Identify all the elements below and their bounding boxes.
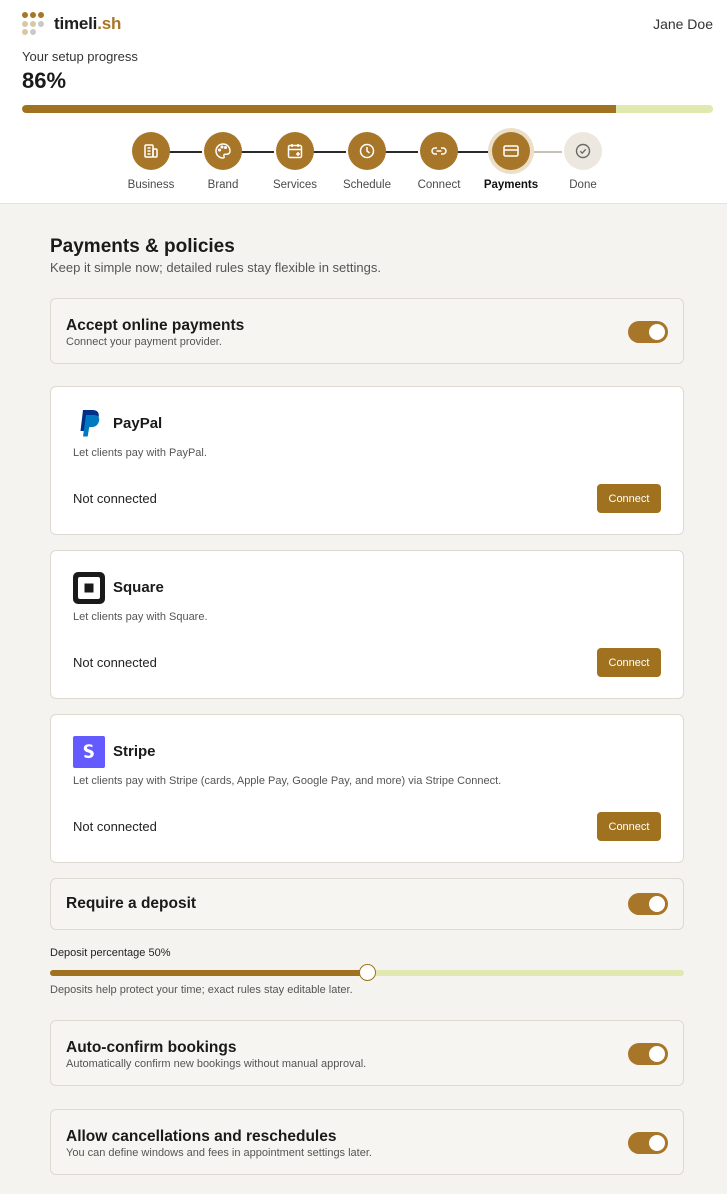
step-payments[interactable]: Payments [475,130,547,191]
provider-description: Let clients pay with Stripe (cards, Appl… [73,775,502,787]
palette-icon [204,132,242,170]
cancellations-toggle[interactable] [628,1132,668,1154]
provider-name: Stripe [113,743,156,760]
online-payments-title: Accept online payments [66,317,245,334]
toggle-knob [649,896,665,912]
page-title: Payments & policies [50,236,235,257]
cancellations-subtitle: You can define windows and fees in appoi… [66,1147,372,1159]
step-label: Payments [483,179,539,191]
link-icon [420,132,458,170]
provider-status: Not connected [73,491,157,506]
provider-name: Square [113,579,164,596]
auto-confirm-row: Auto-confirm bookings Automatically conf… [50,1020,684,1086]
auto-confirm-toggle[interactable] [628,1043,668,1065]
provider-description: Let clients pay with PayPal. [73,447,207,459]
progress-value: 86% [22,68,67,93]
toggle-knob [649,1135,665,1151]
deposit-slider-thumb[interactable] [359,964,376,981]
deposit-slider[interactable] [50,964,684,981]
step-done[interactable]: Done [547,130,619,191]
step-label: Brand [207,179,239,191]
step-brand[interactable]: Brand [187,130,259,191]
paypal-icon [73,408,105,440]
top-header: timeli.sh Jane Doe Your setup progress 8… [0,0,727,204]
progress-bar [22,105,713,113]
credit-card-icon [492,132,530,170]
deposit-row: Require a deposit [50,878,684,930]
step-label: Done [569,179,597,191]
step-connect[interactable]: Connect [403,130,475,191]
user-name[interactable]: Jane Doe [653,16,713,32]
connect-square-button[interactable]: Connect [597,648,661,677]
cancellations-title: Allow cancellations and reschedules [66,1128,337,1145]
toggle-knob [649,1046,665,1062]
stripe-icon [73,736,105,768]
provider-card-square: Square Let clients pay with Square. Not … [50,550,684,699]
deposit-toggle[interactable] [628,893,668,915]
progress-bar-fill [22,105,617,113]
step-label: Business [127,179,175,191]
step-services[interactable]: Services [259,130,331,191]
provider-card-stripe: Stripe Let clients pay with Stripe (card… [50,714,684,863]
step-label: Schedule [343,179,391,191]
online-payments-row: Accept online payments Connect your paym… [50,298,684,364]
logo-text: timeli.sh [54,14,122,33]
logo-mark-icon [22,12,46,36]
provider-card-paypal: PayPal Let clients pay with PayPal. Not … [50,386,684,535]
building-icon [132,132,170,170]
calendar-plus-icon [276,132,314,170]
step-schedule[interactable]: Schedule [331,130,403,191]
progress-label: Your setup progress [22,49,138,64]
page-subtitle: Keep it simple now; detailed rules stay … [50,260,381,275]
provider-name: PayPal [113,415,163,432]
online-payments-toggle[interactable] [628,321,668,343]
auto-confirm-subtitle: Automatically confirm new bookings witho… [66,1058,367,1070]
step-label: Services [272,179,318,191]
connect-stripe-button[interactable]: Connect [597,812,661,841]
app-logo[interactable]: timeli.sh [22,12,121,36]
setup-stepper: Business Brand Services Schedule Connect [115,130,615,191]
cancellations-row: Allow cancellations and reschedules You … [50,1109,684,1175]
online-payments-subtitle: Connect your payment provider. [66,336,222,348]
step-label: Connect [417,179,461,191]
clock-icon [348,132,386,170]
deposit-help-text: Deposits help protect your time; exact r… [50,984,353,996]
provider-status: Not connected [73,655,157,670]
check-circle-icon [564,132,602,170]
auto-confirm-title: Auto-confirm bookings [66,1039,237,1056]
toggle-knob [649,324,665,340]
square-icon [73,572,105,604]
deposit-title: Require a deposit [66,895,197,912]
step-business[interactable]: Business [115,130,187,191]
provider-description: Let clients pay with Square. [73,611,208,623]
provider-status: Not connected [73,819,157,834]
deposit-slider-label: Deposit percentage 50% [50,947,171,959]
deposit-slider-fill [50,970,367,976]
connect-paypal-button[interactable]: Connect [597,484,661,513]
